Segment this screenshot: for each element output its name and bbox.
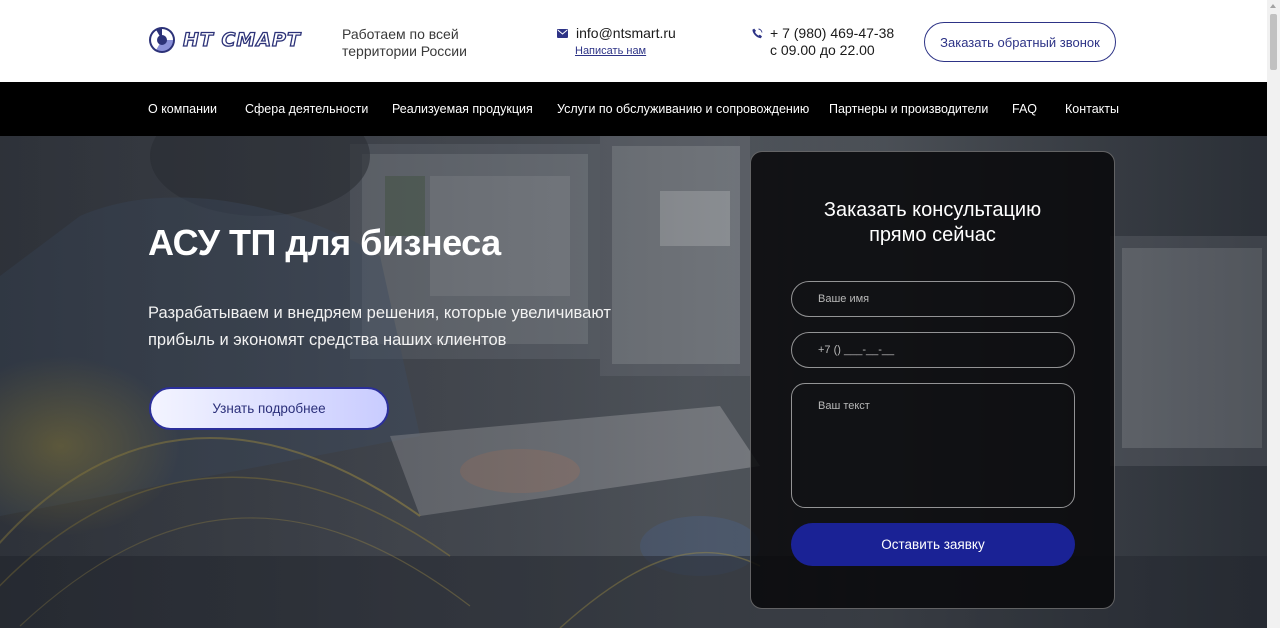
nav-item-about[interactable]: О компании [148,102,217,116]
hero-subtitle: Разрабатываем и внедряем решения, которы… [148,300,648,354]
phone-icon [752,28,763,38]
write-us-link[interactable]: Написать нам [575,45,676,57]
form-title: Заказать консультацию прямо сейчас [751,198,1114,248]
hero-section: АСУ ТП для бизнеса Разрабатываем и внедр… [0,136,1267,628]
callback-button[interactable]: Заказать обратный звонок [924,22,1116,62]
region-line: территории России [342,43,467,59]
nav-item-activity[interactable]: Сфера деятельности [245,102,368,116]
name-field[interactable] [791,281,1075,317]
region-info: Работаем по всей территории России [342,26,467,60]
main-nav: О компании Сфера деятельности Реализуема… [0,82,1267,136]
nav-item-products[interactable]: Реализуемая продукция [392,102,533,116]
phone-field[interactable] [791,332,1075,368]
email-link[interactable]: info@ntsmart.ru [576,25,676,41]
phone-number[interactable]: + 7 (980) 469-47-38 [770,25,894,41]
region-line: Работаем по всей [342,26,459,42]
consultation-form: Заказать консультацию прямо сейчас Остав… [750,151,1115,609]
email-contact: info@ntsmart.ru Написать нам [557,25,676,57]
page-scrollbar[interactable] [1267,0,1280,628]
phone-contact: + 7 (980) 469-47-38 с 09.00 до 22.00 [752,25,894,58]
form-title-line: прямо сейчас [869,224,996,246]
scroll-thumb[interactable] [1270,14,1277,70]
hero-subtitle-line: прибыль и экономят средства наших клиент… [148,331,507,349]
site-header: НТ СМАРТ Работаем по всей территории Рос… [0,0,1267,82]
logo[interactable]: НТ СМАРТ [148,26,301,54]
hero-title: АСУ ТП для бизнеса [148,222,501,263]
nav-item-faq[interactable]: FAQ [1012,102,1037,116]
form-title-line: Заказать консультацию [823,199,1042,221]
nav-item-partners[interactable]: Партнеры и производители [829,102,988,116]
scroll-up-arrow-icon[interactable] [1270,4,1276,8]
hero-subtitle-line: Разрабатываем и внедряем решения, которы… [148,304,611,322]
mail-icon [557,28,568,38]
message-field[interactable] [791,383,1075,508]
submit-button[interactable]: Оставить заявку [791,523,1075,566]
logo-text: НТ СМАРТ [182,28,301,51]
nav-item-contacts[interactable]: Контакты [1065,102,1119,116]
nav-item-services[interactable]: Услуги по обслуживанию и сопровождению [557,102,809,116]
logo-mark-icon [149,27,175,53]
working-hours: с 09.00 до 22.00 [770,42,875,58]
learn-more-button[interactable]: Узнать подробнее [149,387,389,430]
